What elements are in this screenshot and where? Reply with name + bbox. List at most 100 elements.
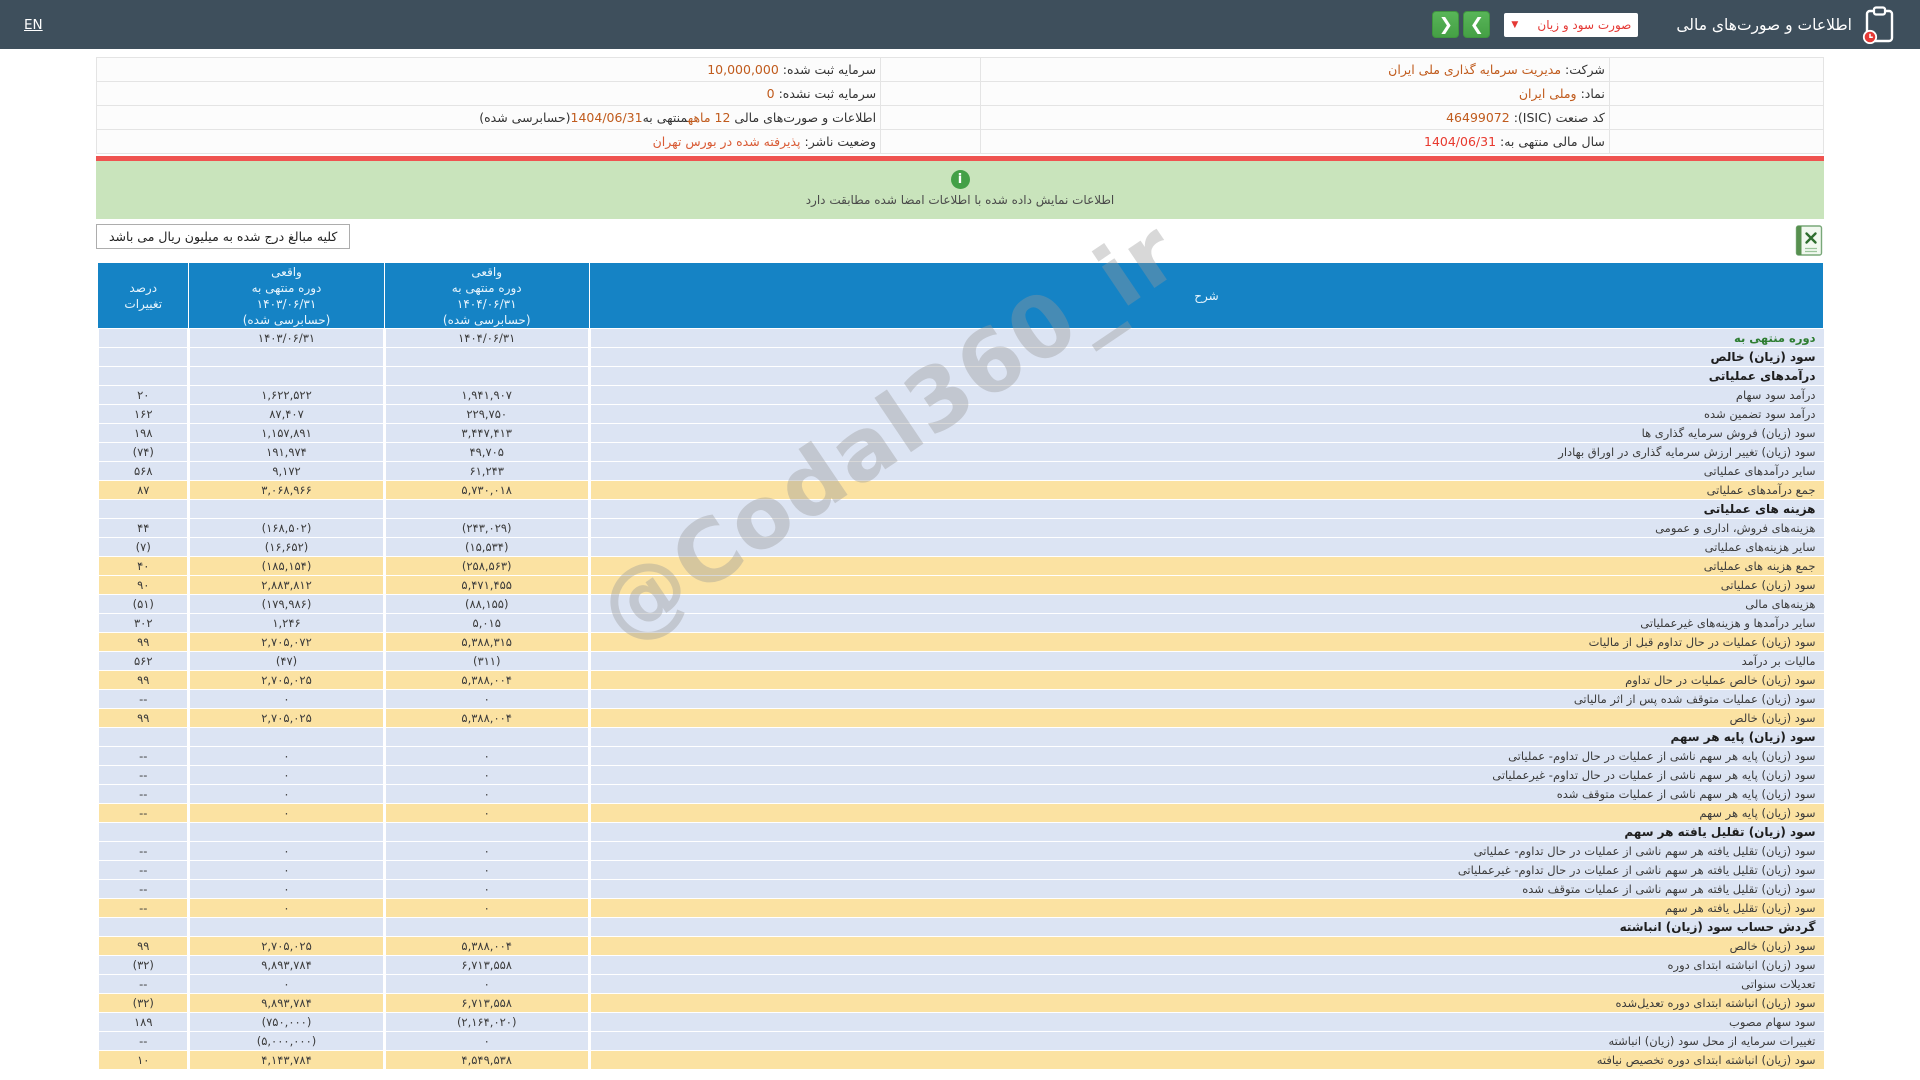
table-row: تغییرات سرمایه از محل سود (زیان) انباشته…	[98, 1032, 1824, 1051]
percent-change-value: --	[98, 880, 189, 899]
value-period-1403: ۱۴۰۳/۰۶/۳۱	[189, 329, 384, 348]
percent-change-value	[98, 918, 189, 937]
value-period-1403: ۰	[189, 747, 384, 766]
info-cell-spacer-middle	[881, 58, 981, 82]
table-row: سود (زیان) انباشته ابتدای دوره ۶,۷۱۳,۵۵۸…	[98, 956, 1824, 975]
value-period-1404: ۵,۳۸۸,۳۱۵	[384, 633, 589, 652]
row-label: سود سهام مصوب	[589, 1013, 1823, 1032]
value-period-1403: (۱۶۸,۵۰۲)	[189, 519, 384, 538]
table-row: سود (زیان) تغییر ارزش سرمایه گذاری در او…	[98, 443, 1824, 462]
value-period-1403: (۴۷)	[189, 652, 384, 671]
table-header-row: شرح واقعی دوره منتهی به ۱۴۰۴/۰۶/۳۱ (حساب…	[98, 263, 1824, 329]
table-row: مالیات بر درآمد (۳۱۱) (۴۷) ۵۶۲	[98, 652, 1824, 671]
row-label: سود (زیان) خالص	[589, 937, 1823, 956]
value-period-1403	[189, 728, 384, 747]
percent-change-value: --	[98, 747, 189, 766]
info-cell-spacer-right	[1609, 106, 1823, 130]
percent-change-value	[98, 367, 189, 386]
percent-change-value: ۱۹۸	[98, 424, 189, 443]
top-header: اطلاعات و صورت‌های مالی صورت سود و زیان …	[0, 0, 1920, 49]
value-period-1403: ۲,۷۰۵,۰۲۵	[189, 671, 384, 690]
report-type-dropdown[interactable]: صورت سود و زیان ▼	[1504, 13, 1638, 37]
value-period-1403: ۱۹۱,۹۷۴	[189, 443, 384, 462]
value-period-1403	[189, 500, 384, 519]
percent-change-value: ۱۸۹	[98, 1013, 189, 1032]
value-period-1404: ۰	[384, 766, 589, 785]
row-label: جمع هزینه های عملیاتی	[589, 557, 1823, 576]
value-period-1404: ۶۱,۲۴۳	[384, 462, 589, 481]
table-row: سود (زیان) تقلیل یافته هر سهم ۰ ۰ --	[98, 899, 1824, 918]
row-label: سود (زیان) تغییر ارزش سرمایه گذاری در او…	[589, 443, 1823, 462]
table-row: سود (زیان) عملیاتی ۵,۴۷۱,۴۵۵ ۲,۸۸۳,۸۱۲ ۹…	[98, 576, 1824, 595]
next-report-button[interactable]: ❯	[1463, 11, 1490, 38]
info-cell-spacer-right	[1609, 82, 1823, 106]
table-row: هزینه های عملیاتی	[98, 500, 1824, 519]
value-period-1403: ۱,۲۴۶	[189, 614, 384, 633]
percent-change-value	[98, 348, 189, 367]
info-cell-right: شرکت: مدیریت سرمایه گذاری ملی ایران	[981, 58, 1610, 82]
table-row: سود (زیان) خالص عملیات در حال تداوم ۵,۳۸…	[98, 671, 1824, 690]
table-row: سایر درآمدها و هزینه‌های غیرعملیاتی ۵,۰۱…	[98, 614, 1824, 633]
info-cell-spacer-middle	[881, 82, 981, 106]
clipboard-report-icon	[1862, 6, 1896, 44]
value-period-1404: (۲,۱۶۴,۰۲۰)	[384, 1013, 589, 1032]
percent-change-value: --	[98, 899, 189, 918]
row-label: سود (زیان) خالص	[589, 348, 1823, 367]
value-period-1403: (۱۸۵,۱۵۴)	[189, 557, 384, 576]
column-header-period-1404: واقعی دوره منتهی به ۱۴۰۴/۰۶/۳۱ (حسابرسی …	[384, 263, 589, 329]
table-row: سود (زیان) پایه هر سهم ناشی از عملیات مت…	[98, 785, 1824, 804]
row-label: سود (زیان) تقلیل یافته هر سهم ناشی از عم…	[589, 842, 1823, 861]
row-label: سود (زیان) تقلیل یافته هر سهم ناشی از عم…	[589, 861, 1823, 880]
percent-change-value: ۹۹	[98, 671, 189, 690]
percent-change-value: ۹۹	[98, 633, 189, 652]
table-row: سود (زیان) پایه هر سهم ناشی از عملیات در…	[98, 766, 1824, 785]
info-cell-right: کد صنعت (ISIC): 46499072	[981, 106, 1610, 130]
table-row: سود (زیان) خالص ۵,۳۸۸,۰۰۴ ۲,۷۰۵,۰۲۵ ۹۹	[98, 709, 1824, 728]
value-period-1404: ۰	[384, 747, 589, 766]
company-info-table: شرکت: مدیریت سرمایه گذاری ملی ایران سرما…	[96, 57, 1824, 154]
row-label: سود (زیان) خالص عملیات در حال تداوم	[589, 671, 1823, 690]
value-period-1403: ۱,۱۵۷,۸۹۱	[189, 424, 384, 443]
value-period-1404: ۰	[384, 880, 589, 899]
value-period-1403: ۹,۸۹۳,۷۸۴	[189, 956, 384, 975]
value-period-1403: ۹,۸۹۳,۷۸۴	[189, 994, 384, 1013]
excel-export-icon[interactable]	[1794, 224, 1824, 261]
value-period-1403: ۴,۱۴۳,۷۸۴	[189, 1051, 384, 1070]
value-period-1403: ۰	[189, 766, 384, 785]
row-label: سایر هزینه‌های عملیاتی	[589, 538, 1823, 557]
page-title: اطلاعات و صورت‌های مالی	[1676, 16, 1852, 34]
column-header-description: شرح	[589, 263, 1823, 329]
value-period-1404: ۵,۳۸۸,۰۰۴	[384, 709, 589, 728]
prev-report-button[interactable]: ❮	[1432, 11, 1459, 38]
language-toggle[interactable]: EN	[24, 17, 43, 33]
value-period-1403: ۰	[189, 804, 384, 823]
percent-change-value: --	[98, 861, 189, 880]
income-statement-table: شرح واقعی دوره منتهی به ۱۴۰۴/۰۶/۳۱ (حساب…	[96, 262, 1824, 1070]
info-cell-left: سرمایه ثبت نشده: 0	[97, 82, 881, 106]
table-row: سود (زیان) تقلیل یافته هر سهم	[98, 823, 1824, 842]
percent-change-value	[98, 728, 189, 747]
value-period-1404: ۰	[384, 690, 589, 709]
column-header-percent-change: درصد تغییرات	[98, 263, 189, 329]
table-row: درآمدهای عملیاتی	[98, 367, 1824, 386]
table-row: جمع هزینه های عملیاتی (۲۵۸,۵۶۳) (۱۸۵,۱۵۴…	[98, 557, 1824, 576]
row-label: سود (زیان) پایه هر سهم ناشی از عملیات در…	[589, 766, 1823, 785]
percent-change-value: ۱۶۲	[98, 405, 189, 424]
row-label: هزینه‌های فروش، اداری و عمومی	[589, 519, 1823, 538]
row-label: سود (زیان) عملیاتی	[589, 576, 1823, 595]
percent-change-value: ۵۶۲	[98, 652, 189, 671]
percent-change-value: (۵۱)	[98, 595, 189, 614]
value-period-1404: (۲۵۸,۵۶۳)	[384, 557, 589, 576]
value-period-1404	[384, 823, 589, 842]
value-period-1403: (۱۷۹,۹۸۶)	[189, 595, 384, 614]
table-row: سود (زیان) تقلیل یافته هر سهم ناشی از عم…	[98, 842, 1824, 861]
chevron-left-icon: ❮	[1439, 15, 1453, 35]
table-row: سایر درآمدهای عملیاتی ۶۱,۲۴۳ ۹,۱۷۲ ۵۶۸	[98, 462, 1824, 481]
percent-change-value: --	[98, 804, 189, 823]
percent-change-value: (۷)	[98, 538, 189, 557]
row-label: درآمد سود سهام	[589, 386, 1823, 405]
value-period-1403: (۵,۰۰۰,۰۰۰)	[189, 1032, 384, 1051]
value-period-1404: ۵,۳۸۸,۰۰۴	[384, 937, 589, 956]
table-row: هزینه‌های فروش، اداری و عمومی (۲۴۳,۰۲۹) …	[98, 519, 1824, 538]
percent-change-value	[98, 500, 189, 519]
